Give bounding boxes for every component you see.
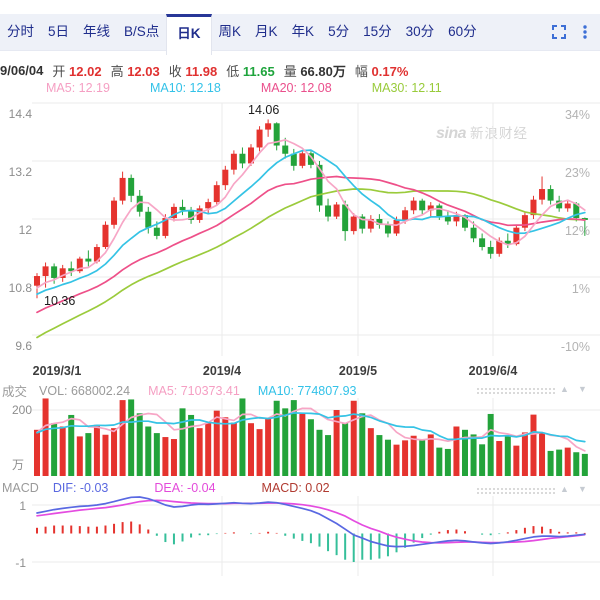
tab-yearline[interactable]: 年线	[76, 14, 117, 50]
change-label: 幅	[355, 64, 368, 79]
ma-readout-row: MA5: 12.19 MA10: 12.18 MA20: 12.08 MA30:…	[0, 81, 600, 95]
low-label: 低	[226, 64, 239, 79]
quote-readout-row: 9/06/04 开 12.02 高 12.03 收 11.98 低 11.65 …	[0, 61, 600, 80]
tab-5min[interactable]: 5分	[321, 14, 356, 50]
low-value: 11.65	[243, 64, 275, 79]
ma5-readout: MA5: 12.19	[46, 81, 110, 95]
tab-15min[interactable]: 15分	[356, 14, 399, 50]
volume-panel-down-arrow[interactable]: ▼	[578, 384, 587, 394]
tab-monthly-k[interactable]: 月K	[248, 14, 285, 50]
close-label: 收	[169, 64, 182, 79]
vol-ma5-readout: MA5: 710373.41	[148, 384, 240, 398]
tab-minute[interactable]: 分时	[0, 14, 41, 50]
high-value: 12.03	[127, 64, 160, 79]
open-value: 12.02	[69, 64, 102, 79]
tab-yearly-k[interactable]: 年K	[285, 14, 322, 50]
tab-30min[interactable]: 30分	[399, 14, 442, 50]
macd-panel-down-arrow[interactable]: ▼	[578, 484, 587, 494]
quote-date: 9/06/04	[0, 63, 43, 78]
macd-panel-up-arrow[interactable]: ▲	[560, 484, 569, 494]
date-tick-jun: 2019/6/4	[458, 364, 528, 378]
macd-panel-label: MACD	[2, 481, 39, 495]
macd-chart[interactable]	[0, 496, 600, 578]
macd-readout: MACD: 0.02	[262, 481, 330, 495]
tab-daily-k[interactable]: 日K	[166, 14, 211, 55]
vol-readout: VOL: 668002.24	[39, 384, 130, 398]
date-tick-mar: 2019/3/1	[22, 364, 92, 378]
open-label: 开	[52, 64, 65, 79]
ma20-readout: MA20: 12.08	[261, 81, 332, 95]
tab-5day[interactable]: 5日	[41, 14, 76, 50]
volume-value: 66.80万	[300, 64, 346, 79]
macd-panel-drag-dots[interactable]	[476, 487, 556, 495]
dea-readout: DEA: -0.04	[154, 481, 215, 495]
chart-period-tabbar: 分时 5日 年线 B/S点 日K 周K 月K 年K 5分 15分 30分 60分	[0, 14, 600, 51]
tab-60min[interactable]: 60分	[441, 14, 484, 50]
change-value: 0.17%	[372, 64, 409, 79]
fullscreen-icon[interactable]	[551, 24, 567, 40]
volume-label: 量	[284, 64, 297, 79]
main-candlestick-chart[interactable]	[0, 97, 600, 359]
tab-weekly-k[interactable]: 周K	[212, 14, 249, 50]
ma10-readout: MA10: 12.18	[150, 81, 221, 95]
dif-readout: DIF: -0.03	[53, 481, 109, 495]
vol-ma10-readout: MA10: 774807.93	[258, 384, 357, 398]
volume-panel-up-arrow[interactable]: ▲	[560, 384, 569, 394]
volume-chart[interactable]	[0, 396, 600, 477]
date-tick-apr: 2019/4	[187, 364, 257, 378]
stock-chart-app: { "toolbar": { "tabs": ["分时","5日","年线","…	[0, 0, 600, 600]
ma30-readout: MA30: 12.11	[372, 81, 442, 95]
volume-panel-drag-dots[interactable]	[476, 387, 556, 395]
tab-bs-point[interactable]: B/S点	[117, 14, 166, 50]
high-label: 高	[111, 64, 124, 79]
volume-panel-label: 成交	[2, 381, 27, 400]
date-tick-may: 2019/5	[323, 364, 393, 378]
close-value: 11.98	[185, 64, 217, 79]
more-options-icon[interactable]	[582, 24, 588, 40]
